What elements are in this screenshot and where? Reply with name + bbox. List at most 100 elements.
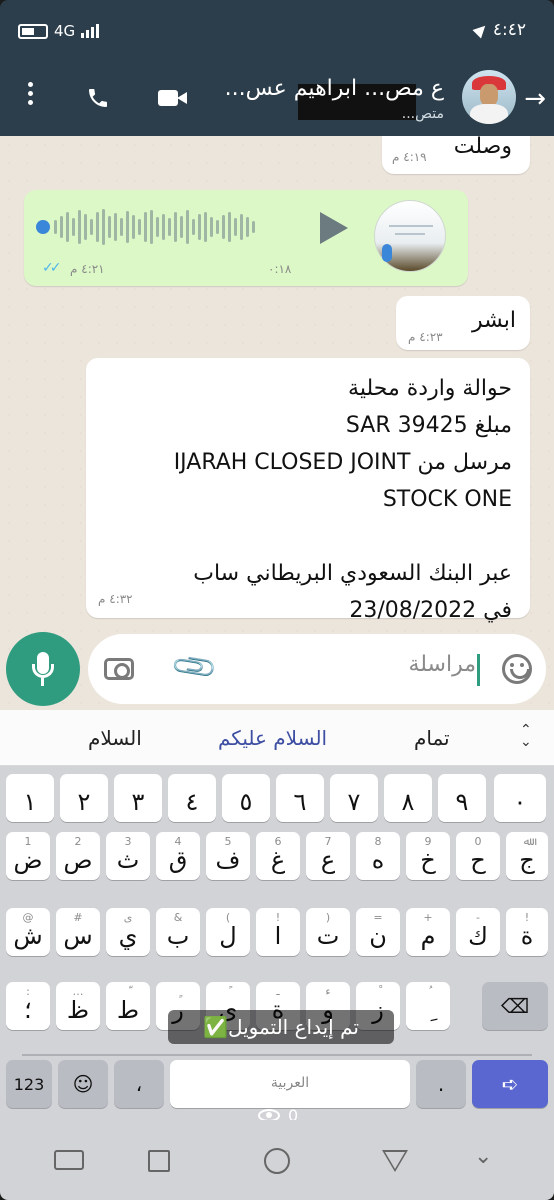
message-bubble-incoming[interactable]: ابشر ٤:٢٣ م — [396, 296, 530, 350]
key-label: ٦ — [293, 788, 307, 816]
key-label: ح — [470, 846, 486, 874]
enter-key[interactable]: ➪ — [472, 1060, 548, 1108]
enter-icon: ➪ — [501, 1072, 519, 1096]
mic-stand — [32, 664, 54, 678]
key[interactable]: ٠ — [494, 774, 546, 822]
play-icon[interactable] — [320, 212, 348, 244]
back-icon[interactable] — [382, 1150, 408, 1172]
key[interactable]: ٣ — [114, 774, 162, 822]
key[interactable]: ٦ — [276, 774, 324, 822]
key[interactable]: ٤ — [168, 774, 216, 822]
key[interactable]: ٥ — [222, 774, 270, 822]
period-icon: . — [437, 1072, 445, 1096]
key-label: ش — [13, 922, 43, 950]
more-options-icon[interactable] — [28, 82, 33, 105]
message-time: ٤:٣٢ م — [98, 592, 133, 606]
suggestion-item[interactable]: تمام — [414, 726, 450, 750]
numbers-key[interactable]: 123 — [6, 1060, 52, 1108]
key[interactable]: -ك — [456, 908, 500, 956]
backspace-key[interactable]: ⌫ — [482, 982, 548, 1030]
battery-icon — [18, 23, 48, 39]
key[interactable]: + م — [406, 908, 450, 956]
message-input[interactable]: 📎 مراسلة — [88, 634, 546, 704]
hide-keyboard-icon[interactable]: ⌄ — [474, 1144, 492, 1169]
mic-leg — [41, 678, 44, 686]
message-bubble-incoming[interactable]: وصلت ٤:١٩ م — [382, 136, 530, 174]
key[interactable]: ّط — [106, 982, 150, 1030]
key[interactable]: (ل — [206, 908, 250, 956]
contact-name[interactable]: ع مص... ابراهيم عس... — [225, 76, 444, 101]
suggestion-item[interactable]: السلام — [88, 726, 142, 750]
key[interactable]: ٢ — [60, 774, 108, 822]
video-call-icon[interactable] — [158, 88, 188, 110]
emoji-icon[interactable] — [502, 654, 532, 684]
expand-suggestions-icon[interactable]: ⌃ ⌄ — [520, 723, 532, 749]
contact-avatar[interactable] — [462, 70, 516, 124]
key-label: ض — [13, 846, 43, 874]
voice-waveform[interactable] — [54, 208, 255, 246]
key[interactable]: ١ — [6, 774, 54, 822]
key[interactable]: ىي — [106, 908, 150, 956]
key-label: ٤ — [185, 788, 199, 816]
key[interactable]: 1ض — [6, 832, 50, 880]
keyboard-icon[interactable] — [54, 1150, 84, 1170]
key[interactable]: 2ص — [56, 832, 100, 880]
key[interactable]: 3ث — [106, 832, 150, 880]
chat-header: ع مص... ابراهيم عس... متص... → — [0, 64, 554, 136]
key-label: ج — [519, 846, 535, 874]
message-placeholder: مراسلة — [408, 652, 476, 677]
key[interactable]: = ن — [356, 908, 400, 956]
message-text: وصلت — [453, 136, 512, 159]
key[interactable]: # س — [56, 908, 100, 956]
message-line: STOCK ONE — [382, 487, 512, 512]
key-label: خ — [420, 846, 436, 874]
key[interactable]: … ظ — [56, 982, 100, 1030]
voice-progress-dot[interactable] — [36, 220, 50, 234]
key-label: ب — [166, 922, 190, 950]
suggestion-item[interactable]: السلام عليكم — [218, 726, 327, 750]
key[interactable]: ) ت — [306, 908, 350, 956]
key[interactable]: 5ف — [206, 832, 250, 880]
key[interactable]: ! ة — [506, 908, 548, 956]
key[interactable]: @ ش — [6, 908, 50, 956]
key[interactable]: ﷲج — [506, 832, 548, 880]
key-label: ٨ — [401, 788, 415, 816]
key[interactable]: 4ق — [156, 832, 200, 880]
message-bubble-incoming[interactable]: حوالة واردة محلية مبلغ SAR 39425 مرسل من… — [86, 358, 530, 623]
voice-call-icon[interactable] — [86, 86, 110, 110]
back-arrow-icon[interactable]: → — [524, 84, 546, 114]
key[interactable]: 8ه — [356, 832, 400, 880]
key-label: غ — [270, 846, 286, 874]
key-label: ت — [316, 922, 340, 950]
key[interactable]: & ب — [156, 908, 200, 956]
voice-message-bubble[interactable]: ٠:١٨ ٤:٢١ م ✓✓ — [24, 190, 468, 286]
key[interactable]: ٧ — [330, 774, 378, 822]
key[interactable]: : ؛ — [6, 982, 50, 1030]
status-right: ٤:٤٢ — [472, 20, 526, 40]
space-key[interactable]: العربية — [170, 1060, 410, 1108]
key[interactable]: ! ا — [256, 908, 300, 956]
location-icon — [472, 21, 490, 39]
key[interactable]: 7ع — [306, 832, 350, 880]
message-time: ٤:١٩ م — [392, 150, 427, 164]
key-label: ظ — [66, 996, 90, 1024]
home-icon[interactable] — [264, 1148, 290, 1174]
comma-key[interactable]: ، — [114, 1060, 164, 1108]
key[interactable]: 9خ — [406, 832, 450, 880]
record-voice-button[interactable] — [6, 632, 80, 706]
key[interactable]: 6غ — [256, 832, 300, 880]
key[interactable]: ٨ — [384, 774, 432, 822]
signal-icon — [81, 24, 100, 38]
key[interactable]: ُِ — [406, 982, 450, 1030]
attach-icon[interactable]: 📎 — [169, 642, 220, 693]
key-label: ن — [369, 922, 387, 950]
camera-icon[interactable] — [104, 658, 134, 680]
suggestion-strip: تمام السلام عليكم السلام ⌃ ⌄ — [0, 710, 554, 766]
key-label: ِ — [406, 996, 450, 1024]
recents-icon[interactable] — [148, 1150, 170, 1172]
emoji-key[interactable]: ☺ — [58, 1060, 108, 1108]
key[interactable]: ٩ — [438, 774, 486, 822]
period-key[interactable]: . — [416, 1060, 466, 1108]
key[interactable]: 0ح — [456, 832, 500, 880]
message-time: ٤:٢١ م — [70, 262, 105, 276]
